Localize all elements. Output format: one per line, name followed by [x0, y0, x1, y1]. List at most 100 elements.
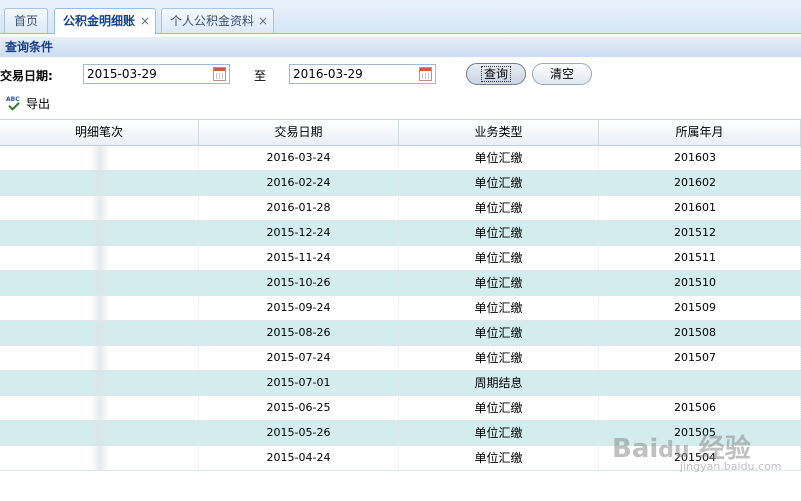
- type-cell: 单位汇缴: [399, 171, 599, 195]
- table-row[interactable]: 2015-08-26 单位汇缴 201508: [0, 321, 801, 346]
- month-cell: 201601: [599, 196, 801, 220]
- type-cell: 单位汇缴: [399, 296, 599, 320]
- table-row[interactable]: 2016-02-24 单位汇缴 201602: [0, 171, 801, 196]
- month-cell: 201603: [599, 146, 801, 170]
- seq-cell: [0, 296, 199, 320]
- seq-cell: [0, 146, 199, 170]
- type-cell: 单位汇缴: [399, 196, 599, 220]
- tab-personal-info[interactable]: 个人公积金资料 ×: [161, 8, 274, 33]
- close-icon[interactable]: ×: [258, 9, 268, 33]
- clear-button[interactable]: 清空: [532, 63, 592, 85]
- table-row[interactable]: 2016-03-24 单位汇缴 201603: [0, 146, 801, 171]
- watermark-url: jingyan.baidu.com: [680, 460, 782, 473]
- tab-fund-detail-label: 公积金明细账: [63, 14, 136, 28]
- seq-cell: [0, 196, 199, 220]
- date-from-value: 2015-03-29: [87, 67, 157, 81]
- table-row[interactable]: 2015-06-25 单位汇缴 201506: [0, 396, 801, 421]
- month-cell: 201507: [599, 346, 801, 370]
- date-cell: 2015-09-24: [199, 296, 399, 320]
- month-cell: 201508: [599, 321, 801, 345]
- seq-cell: [0, 271, 199, 295]
- column-header-seq[interactable]: 明细笔次: [0, 120, 199, 145]
- type-cell: 单位汇缴: [399, 421, 599, 445]
- search-button-label: 查询: [480, 66, 511, 82]
- date-cell: 2015-07-24: [199, 346, 399, 370]
- date-from-field[interactable]: 2015-03-29: [83, 64, 230, 84]
- redacted-value: [90, 421, 110, 445]
- type-cell: 单位汇缴: [399, 321, 599, 345]
- month-cell: 201602: [599, 171, 801, 195]
- type-cell: 单位汇缴: [399, 246, 599, 270]
- seq-cell: [0, 396, 199, 420]
- date-cell: 2015-07-01: [199, 371, 399, 395]
- close-icon[interactable]: ×: [140, 9, 150, 33]
- seq-cell: [0, 421, 199, 445]
- seq-cell: [0, 171, 199, 195]
- search-button[interactable]: 查询: [466, 63, 526, 85]
- table-row[interactable]: 2015-09-24 单位汇缴 201509: [0, 296, 801, 321]
- type-cell: 单位汇缴: [399, 446, 599, 470]
- table-row[interactable]: 2015-11-24 单位汇缴 201511: [0, 246, 801, 271]
- seq-cell: [0, 246, 199, 270]
- date-to-field[interactable]: 2016-03-29: [289, 64, 436, 84]
- date-cell: 2015-11-24: [199, 246, 399, 270]
- date-label: 交易日期:: [0, 69, 53, 83]
- redacted-value: [90, 246, 110, 270]
- type-cell: 单位汇缴: [399, 146, 599, 170]
- redacted-value: [90, 321, 110, 345]
- date-cell: 2016-01-28: [199, 196, 399, 220]
- redacted-value: [90, 346, 110, 370]
- table-row[interactable]: 2015-07-24 单位汇缴 201507: [0, 346, 801, 371]
- table-row[interactable]: 2015-07-01 周期结息: [0, 371, 801, 396]
- column-header-date[interactable]: 交易日期: [199, 120, 399, 145]
- grid-body: 2016-03-24 单位汇缴 201603 2016-02-24 单位汇缴 201602…: [0, 146, 801, 471]
- type-cell: 单位汇缴: [399, 396, 599, 420]
- date-cell: 2015-05-26: [199, 421, 399, 445]
- month-cell: 201512: [599, 221, 801, 245]
- redacted-value: [90, 446, 110, 470]
- date-cell: 2015-10-26: [199, 271, 399, 295]
- month-cell: 201506: [599, 396, 801, 420]
- type-cell: 周期结息: [399, 371, 599, 395]
- column-header-month[interactable]: 所属年月: [599, 120, 801, 145]
- date-cell: 2016-02-24: [199, 171, 399, 195]
- redacted-value: [90, 296, 110, 320]
- tab-home-label: 首页: [13, 14, 38, 28]
- tab-bar: 首页 公积金明细账 × 个人公积金资料 ×: [0, 0, 801, 34]
- type-cell: 单位汇缴: [399, 221, 599, 245]
- seq-cell: [0, 446, 199, 470]
- redacted-value: [90, 196, 110, 220]
- redacted-value: [90, 371, 110, 395]
- calendar-icon[interactable]: [419, 67, 432, 81]
- spellcheck-icon: ABC: [6, 96, 22, 111]
- seq-cell: [0, 371, 199, 395]
- date-cell: 2015-08-26: [199, 321, 399, 345]
- seq-cell: [0, 321, 199, 345]
- date-cell: 2015-06-25: [199, 396, 399, 420]
- grid-header: 明细笔次 交易日期 业务类型 所属年月: [0, 119, 801, 146]
- redacted-value: [90, 146, 110, 170]
- table-row[interactable]: 2015-10-26 单位汇缴 201510: [0, 271, 801, 296]
- seq-cell: [0, 346, 199, 370]
- month-cell: 201510: [599, 271, 801, 295]
- tab-personal-info-label: 个人公积金资料: [170, 14, 255, 28]
- redacted-value: [90, 271, 110, 295]
- date-cell: 2016-03-24: [199, 146, 399, 170]
- table-row[interactable]: 2015-12-24 单位汇缴 201512: [0, 221, 801, 246]
- redacted-value: [90, 396, 110, 420]
- calendar-icon[interactable]: [213, 67, 226, 81]
- month-cell: 201509: [599, 296, 801, 320]
- clear-button-label: 清空: [549, 67, 574, 81]
- column-header-type[interactable]: 业务类型: [399, 120, 599, 145]
- redacted-value: [90, 171, 110, 195]
- month-cell: 201511: [599, 246, 801, 270]
- type-cell: 单位汇缴: [399, 346, 599, 370]
- redacted-value: [90, 221, 110, 245]
- transaction-grid: 明细笔次 交易日期 业务类型 所属年月 2016-03-24 单位汇缴 201603…: [0, 119, 801, 471]
- query-panel-header: 查询条件: [0, 37, 801, 57]
- tab-fund-detail[interactable]: 公积金明细账 ×: [54, 8, 156, 34]
- export-button[interactable]: ABC 导出: [6, 95, 50, 111]
- table-row[interactable]: 2016-01-28 单位汇缴 201601: [0, 196, 801, 221]
- date-cell: 2015-04-24: [199, 446, 399, 470]
- tab-home[interactable]: 首页: [4, 8, 48, 33]
